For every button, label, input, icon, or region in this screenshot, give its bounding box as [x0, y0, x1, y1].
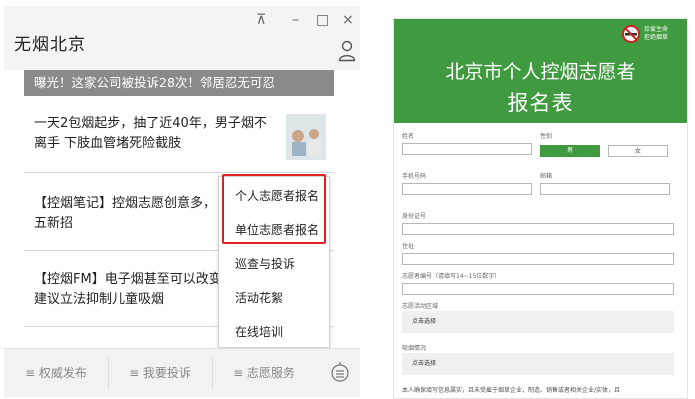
pin-button[interactable]: ⊼ [256, 12, 266, 28]
article-thumbnail [286, 114, 326, 160]
smoking-select[interactable]: 点击选择 [402, 353, 674, 375]
close-button[interactable]: × [342, 12, 354, 28]
name-input[interactable] [402, 143, 532, 155]
address-label: 住址 [402, 243, 415, 250]
name-label: 姓名 [402, 133, 415, 140]
user-icon[interactable] [338, 40, 356, 62]
article-title-1[interactable]: 一天2包烟起步，抽了近40年，男子烟不离手 下肢血管堵死险截肢 [34, 114, 274, 154]
email-label: 邮箱 [540, 173, 553, 180]
gender-label: 性别 [540, 133, 553, 140]
form-header: 珍爱生命 拒绝烟草 北京市个人控烟志愿者 报名表 [394, 19, 687, 123]
activity-area-select[interactable]: 点击选择 [402, 311, 674, 333]
bottom-tab-bar: ≡ 权威发布 ≡ 我要投诉 ≡ 志愿服务 [4, 348, 360, 397]
menu-item-personal-signup[interactable]: 个人志愿者报名 [219, 179, 329, 213]
volunteer-no-input[interactable] [402, 283, 674, 295]
tab-complaint[interactable]: ≡ 我要投诉 [108, 349, 212, 397]
smoking-label: 吸烟情况 [402, 345, 427, 352]
form-subtitle: 报名表 [507, 91, 574, 115]
divider [24, 172, 334, 173]
article-title-2[interactable]: 【控烟笔记】控烟志愿创意多，五新招 [34, 194, 224, 234]
gender-male-button[interactable]: 男 [540, 145, 600, 157]
no-smoking-icon [622, 25, 640, 43]
phone-input[interactable] [402, 183, 532, 195]
activity-area-label: 志愿活动区域 [402, 303, 439, 310]
menu-circle-icon[interactable] [330, 361, 350, 383]
menu-item-org-signup[interactable]: 单位志愿者报名 [219, 213, 329, 247]
id-number-input[interactable] [402, 223, 674, 235]
tab-volunteer-service[interactable]: ≡ 志愿服务 [212, 349, 316, 397]
phone-label: 手机号码 [402, 173, 427, 180]
declaration-text: 本人确保填写信息属实，且未受雇于烟草企业，制造、销售或者相关企业/实体，且 [402, 387, 621, 394]
menu-item-activity-highlights[interactable]: 活动花絮 [219, 281, 329, 315]
maximize-button[interactable]: □ [316, 12, 329, 28]
form-title: 北京市个人控烟志愿者 [445, 61, 636, 83]
feed-banner[interactable]: 曝光！这家公司被投诉28次！邻居忍无可忍 [24, 70, 334, 96]
signup-form-page: 珍爱生命 拒绝烟草 北京市个人控烟志愿者 报名表 姓名 性别 男 女 手机号码 … [393, 18, 688, 399]
volunteer-menu: 个人志愿者报名 单位志愿者报名 巡查与投诉 活动花絮 在线培训 [218, 176, 330, 348]
gender-female-button[interactable]: 女 [608, 145, 668, 157]
menu-item-patrol-complaint[interactable]: 巡查与投诉 [219, 247, 329, 281]
title-bar: 无烟北京 ⊼ – □ × [4, 6, 360, 70]
minimize-button[interactable]: – [292, 12, 299, 28]
volunteer-no-label: 志愿者编号（请填写14~15位数字） [402, 273, 501, 280]
menu-item-online-training[interactable]: 在线培训 [219, 315, 329, 349]
address-input[interactable] [402, 253, 674, 265]
tab-official-release[interactable]: ≡ 权威发布 [4, 349, 108, 397]
app-window: 无烟北京 ⊼ – □ × 曝光！这家公司被投诉28次！邻居忍无可忍 一天2包烟起… [4, 6, 360, 397]
email-input[interactable] [540, 183, 670, 195]
brand-slogan: 珍爱生命 拒绝烟草 [644, 26, 669, 41]
id-number-label: 身份证号 [402, 213, 427, 220]
article-title-3[interactable]: 【控烟FM】电子烟甚至可以改变建议立法抑制儿童吸烟 [34, 270, 224, 310]
app-title: 无烟北京 [14, 35, 86, 55]
